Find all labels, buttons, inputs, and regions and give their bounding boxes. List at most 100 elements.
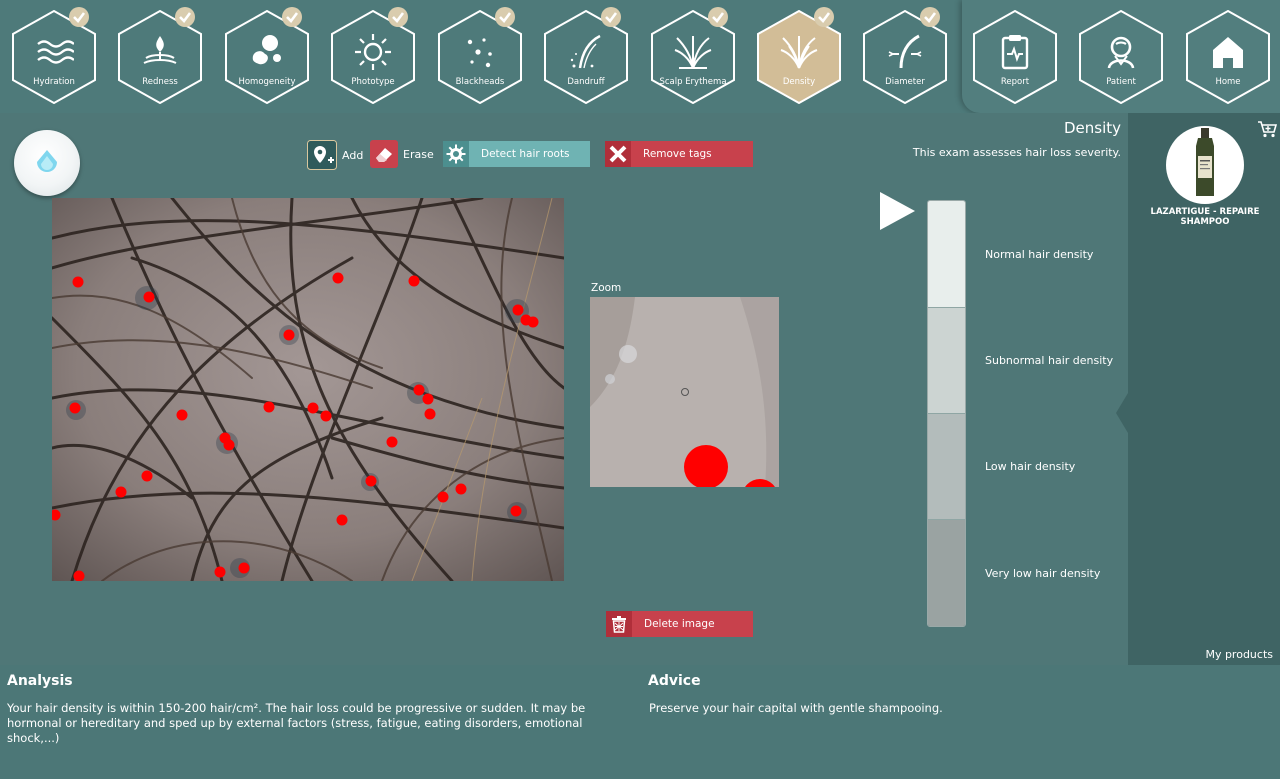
density-level-label: Very low hair density	[985, 567, 1101, 580]
density-level-segment	[928, 519, 965, 626]
nav-label: Blackheads	[455, 77, 505, 87]
check-icon	[388, 7, 408, 27]
nav-label: Report	[1000, 77, 1030, 87]
hair-root-tag[interactable]	[307, 402, 319, 414]
hair-root-tag[interactable]	[510, 505, 522, 517]
shampoo-bottle-icon	[1196, 128, 1214, 196]
hair-root-tag[interactable]	[413, 384, 425, 396]
hair-root-tag[interactable]	[320, 410, 332, 422]
play-icon[interactable]	[878, 190, 918, 232]
delete-image-button[interactable]: Delete image	[606, 611, 753, 637]
nav-blackheads[interactable]: Blackheads	[437, 7, 523, 104]
advice-text: Preserve your hair capital with gentle s…	[649, 701, 943, 715]
hair-root-tag[interactable]	[223, 439, 235, 451]
nav-scalp-erythema[interactable]: Scalp Erythema	[650, 7, 736, 104]
nav-label: Home	[1215, 77, 1241, 87]
nav-density[interactable]: Density	[756, 7, 842, 104]
hair-root-tag[interactable]	[512, 304, 524, 316]
remove-tags-button[interactable]: Remove tags	[605, 141, 753, 167]
check-icon	[282, 7, 302, 27]
nav-label: Hydration	[33, 77, 75, 87]
nav-diameter[interactable]: Diameter	[862, 7, 948, 104]
add-tag-button[interactable]: Add	[307, 140, 363, 170]
density-level-segment	[928, 201, 965, 307]
hair-root-tag[interactable]	[437, 491, 449, 503]
check-icon	[814, 7, 834, 27]
hair-root-tag[interactable]	[263, 401, 275, 413]
nav-label: Patient	[1106, 77, 1136, 87]
hair-root-tag[interactable]	[455, 483, 467, 495]
analysis-text: Your hair density is within 150-200 hair…	[7, 701, 586, 745]
nav-homogeneity[interactable]: Homogeneity	[224, 7, 310, 104]
check-icon	[601, 7, 621, 27]
hair-density-icon	[780, 36, 818, 69]
nav-patient[interactable]: Patient	[1078, 10, 1164, 104]
detect-hair-roots-button[interactable]: Detect hair roots	[443, 141, 590, 167]
hair-root-tag[interactable]	[72, 276, 84, 288]
device-logo	[14, 130, 80, 196]
zoom-label: Zoom	[591, 282, 622, 294]
zoom-image	[590, 297, 779, 487]
hair-root-tag[interactable]	[52, 509, 61, 521]
hair-root-tag[interactable]	[283, 329, 295, 341]
nav-label: Phototype	[351, 77, 395, 87]
check-icon	[175, 7, 195, 27]
check-icon	[708, 7, 728, 27]
hair-root-tag[interactable]	[527, 316, 539, 328]
cross-icon	[605, 141, 631, 167]
add-label: Add	[342, 148, 364, 162]
hair-root-tag[interactable]	[143, 291, 155, 303]
hair-root-tag[interactable]	[365, 475, 377, 487]
density-level-segment	[928, 307, 965, 413]
hair-root-tag[interactable]	[238, 562, 250, 574]
hair-root-tag[interactable]	[332, 272, 344, 284]
nav-dandruff[interactable]: Dandruff	[543, 7, 629, 104]
blobs-icon	[252, 35, 281, 65]
nav-label: Redness	[142, 77, 178, 87]
sidebar-edge	[1116, 113, 1132, 665]
hair-root-tag[interactable]	[422, 393, 434, 405]
product-name[interactable]: LAZARTIGUE - REPAIRE SHAMPOO	[1140, 207, 1270, 227]
hair-root-tag[interactable]	[424, 408, 436, 420]
hair-tuft-icon	[674, 36, 712, 69]
trash-icon	[606, 611, 632, 637]
hair-root-tag[interactable]	[141, 470, 153, 482]
erase-button[interactable]: Erase	[370, 140, 434, 168]
remove-label: Remove tags	[643, 148, 712, 160]
nav-label: Scalp Erythema	[659, 77, 727, 87]
nav-hydration[interactable]: Hydration	[11, 7, 97, 104]
product-thumbnail[interactable]	[1166, 126, 1244, 204]
hair-root-tag[interactable]	[69, 402, 81, 414]
eraser-icon	[370, 140, 398, 168]
erase-label: Erase	[403, 147, 434, 161]
density-level-label: Low hair density	[985, 460, 1076, 473]
nav-home[interactable]: Home	[1185, 10, 1271, 104]
advice-title: Advice	[648, 673, 701, 689]
home-icon	[1213, 37, 1243, 68]
detect-label: Detect hair roots	[481, 148, 570, 160]
hair-root-tag[interactable]	[115, 486, 127, 498]
hair-root-tag[interactable]	[408, 275, 420, 287]
nav-report[interactable]: Report	[972, 10, 1058, 104]
density-level-label: Normal hair density	[985, 248, 1094, 261]
analysis-title: Analysis	[7, 673, 73, 689]
hair-root-tag[interactable]	[176, 409, 188, 421]
check-icon	[69, 7, 89, 27]
gear-icon	[443, 141, 469, 167]
hair-flakes-icon	[570, 34, 601, 69]
hair-strand-icon	[888, 34, 922, 69]
hair-root-tag[interactable]	[73, 570, 85, 582]
density-level-label: Subnormal hair density	[985, 354, 1114, 367]
drop-logo-icon	[37, 150, 57, 172]
check-icon	[495, 7, 515, 27]
density-scale	[927, 200, 966, 627]
hair-root-tag[interactable]	[386, 436, 398, 448]
hair-root-tag[interactable]	[336, 514, 348, 526]
my-products-link[interactable]: My products	[1205, 648, 1273, 661]
patient-icon	[1107, 36, 1135, 69]
cart-icon[interactable]	[1257, 120, 1277, 138]
nav-redness[interactable]: Redness	[117, 7, 203, 104]
hair-root-tag[interactable]	[214, 566, 226, 578]
nav-phototype[interactable]: Phototype	[330, 7, 416, 104]
nav-label: Dandruff	[567, 77, 605, 87]
